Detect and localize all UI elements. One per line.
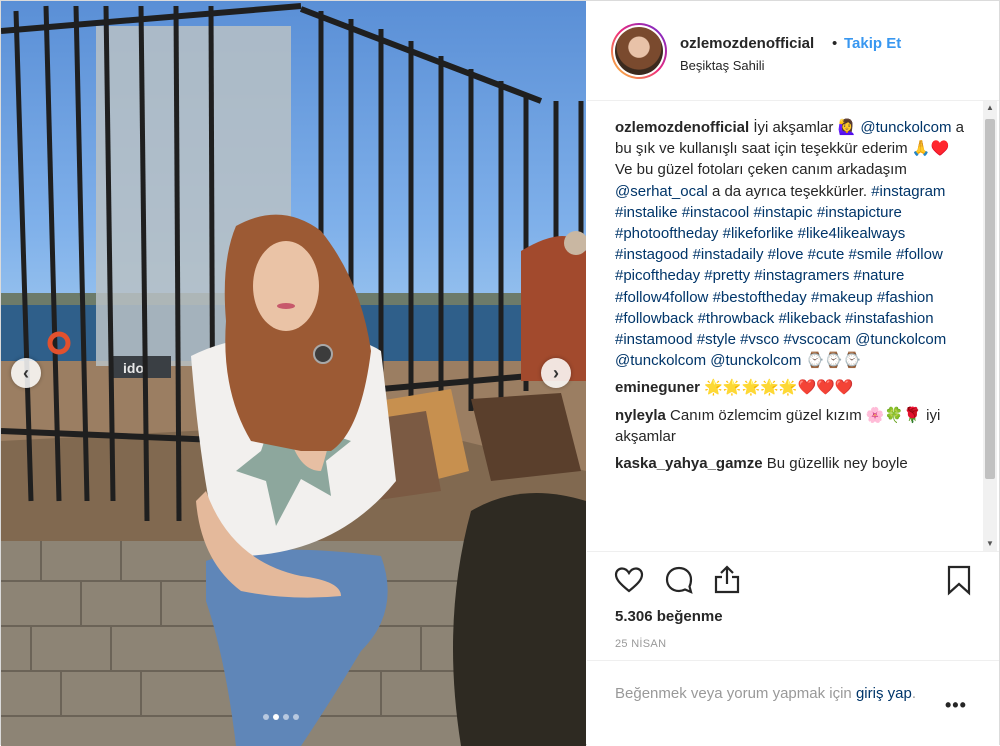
login-prompt-end: . <box>911 685 916 702</box>
mention-link[interactable]: @serhat_ocal <box>615 183 708 200</box>
login-prompt: Beğenmek veya yorum yapmak için giriş ya… <box>615 683 935 704</box>
carousel-dot <box>283 714 289 720</box>
caption: ozlemozdenofficial İyi akşamlar 🙋‍♀️ @tu… <box>615 117 969 371</box>
hashtag-link[interactable]: #pretty <box>704 267 750 284</box>
hashtag-link[interactable]: #instagram <box>871 183 945 200</box>
bag <box>453 493 586 746</box>
scroll-thumb[interactable] <box>985 119 995 479</box>
caption-text-segment: ⌚⌚⌚ <box>801 352 862 370</box>
post-header: ozlemozdenofficial • Takip Et Beşiktaş S… <box>587 1 999 101</box>
login-footer: Beğenmek veya yorum yapmak için giriş ya… <box>587 660 999 746</box>
comment-icon[interactable] <box>663 564 695 596</box>
hashtag-link[interactable]: #cute <box>808 246 845 263</box>
heart-icon[interactable] <box>613 564 645 596</box>
scroll-down-arrow-icon[interactable]: ▼ <box>983 537 997 551</box>
hashtag-link[interactable]: #instagood <box>615 246 688 263</box>
post-date[interactable]: 25 NİSAN <box>615 638 666 650</box>
caption-username[interactable]: ozlemozdenofficial <box>615 119 749 136</box>
hashtag-link[interactable]: #instacool <box>682 204 750 221</box>
hashtag-link[interactable]: #follow4follow <box>615 289 708 306</box>
follow-button[interactable]: Takip Et <box>844 35 901 52</box>
caption-text-segment: a da ayrıca teşekkürler. <box>707 182 872 200</box>
avatar[interactable] <box>611 23 667 79</box>
chevron-right-icon[interactable]: › <box>541 358 571 388</box>
hashtag-link[interactable]: #instapic <box>753 204 812 221</box>
hashtag-link[interactable]: #like4likealways <box>798 225 906 242</box>
hashtag-link[interactable]: #makeup <box>811 289 873 306</box>
hashtag-link[interactable]: #picoftheday <box>615 267 700 284</box>
comment-username[interactable]: emineguner <box>615 379 700 396</box>
hashtag-link[interactable]: #style <box>697 331 736 348</box>
comment-username[interactable]: nyleyla <box>615 407 666 424</box>
comment-text: 🌟🌟🌟🌟🌟❤️❤️❤️ <box>700 379 854 397</box>
hashtag-link[interactable]: #vscocam <box>783 331 851 348</box>
hashtag-link[interactable]: #fashion <box>877 289 934 306</box>
caption-text: İyi akşamlar 🙋‍♀️ @tunckolcom a bu şık v… <box>615 119 964 369</box>
mention-link[interactable]: @tunckolcom <box>710 352 801 369</box>
mention-link[interactable]: @tunckolcom <box>855 331 946 348</box>
hashtag-link[interactable]: #love <box>768 246 804 263</box>
hashtag-link[interactable]: #likeforlike <box>723 225 794 242</box>
location-link[interactable]: Beşiktaş Sahili <box>680 58 765 73</box>
photo-scene: ido <box>1 3 586 746</box>
comments-list: ozlemozdenofficial İyi akşamlar 🙋‍♀️ @tu… <box>615 117 969 550</box>
post-photo[interactable]: ido ‹ › <box>1 1 586 746</box>
author-username[interactable]: ozlemozdenofficial <box>680 35 814 52</box>
hashtag-link[interactable]: #nature <box>854 267 905 284</box>
hashtag-link[interactable]: #photooftheday <box>615 225 718 242</box>
hashtag-link[interactable]: #vsco <box>740 331 779 348</box>
carousel-dot-active <box>273 714 279 720</box>
lips <box>277 303 295 309</box>
comment-item: nyleyla Canım özlemcim güzel kızım 🌸🍀🌹 i… <box>615 405 969 447</box>
chevron-left-icon[interactable]: ‹ <box>11 358 41 388</box>
post-sidebar: ozlemozdenofficial • Takip Et Beşiktaş S… <box>587 1 999 746</box>
hashtag-link[interactable]: #followback <box>615 310 693 327</box>
mention-link[interactable]: @tunckolcom <box>615 352 706 369</box>
face <box>253 241 319 331</box>
hashtag-link[interactable]: #instalike <box>615 204 678 221</box>
hashtag-link[interactable]: #instapicture <box>817 204 902 221</box>
likes-count[interactable]: 5.306 beğenme <box>615 608 723 625</box>
mention-link[interactable]: @tunckolcom <box>860 119 951 136</box>
wristwatch <box>313 344 333 364</box>
dot-separator: • <box>832 35 838 52</box>
hashtag-link[interactable]: #bestoftheday <box>713 289 807 306</box>
comment-item: kaska_yahya_gamze Bu güzellik ney boyle <box>615 453 969 474</box>
hashtag-link[interactable]: #likeback <box>778 310 841 327</box>
carousel-dots <box>263 714 299 720</box>
hashtag-link[interactable]: #instadaily <box>693 246 764 263</box>
login-link[interactable]: giriş yap <box>856 685 912 702</box>
hashtag-link[interactable]: #instamood <box>615 331 693 348</box>
comment-item: emineguner 🌟🌟🌟🌟🌟❤️❤️❤️ <box>615 377 969 398</box>
hashtag-link[interactable]: #instagramers <box>754 267 849 284</box>
comments-scrollbar[interactable]: ▲ ▼ <box>983 101 997 551</box>
hashtag-link[interactable]: #follow <box>896 246 943 263</box>
comment-username[interactable]: kaska_yahya_gamze <box>615 455 763 472</box>
hashtag-link[interactable]: #instafashion <box>845 310 933 327</box>
actions-bar: 5.306 beğenme 25 NİSAN <box>587 551 999 661</box>
hashtag-link[interactable]: #smile <box>849 246 892 263</box>
login-prompt-text: Beğenmek veya yorum yapmak için <box>615 685 852 702</box>
carousel-dot <box>293 714 299 720</box>
post-window: ido ‹ › ozlemozdenofficial • Takip Et Be… <box>0 0 1000 746</box>
comment-text: Bu güzellik ney boyle <box>762 455 908 473</box>
more-options-icon[interactable]: ••• <box>945 695 967 716</box>
avatar-image <box>615 27 663 75</box>
ido-sign-text: ido <box>123 360 144 376</box>
scroll-up-arrow-icon[interactable]: ▲ <box>983 101 997 115</box>
carousel-dot <box>263 714 269 720</box>
hashtag-link[interactable]: #throwback <box>698 310 775 327</box>
caption-text-segment: İyi akşamlar 🙋‍♀️ <box>753 119 861 136</box>
share-icon[interactable] <box>711 564 743 596</box>
bookmark-icon[interactable] <box>943 564 975 596</box>
